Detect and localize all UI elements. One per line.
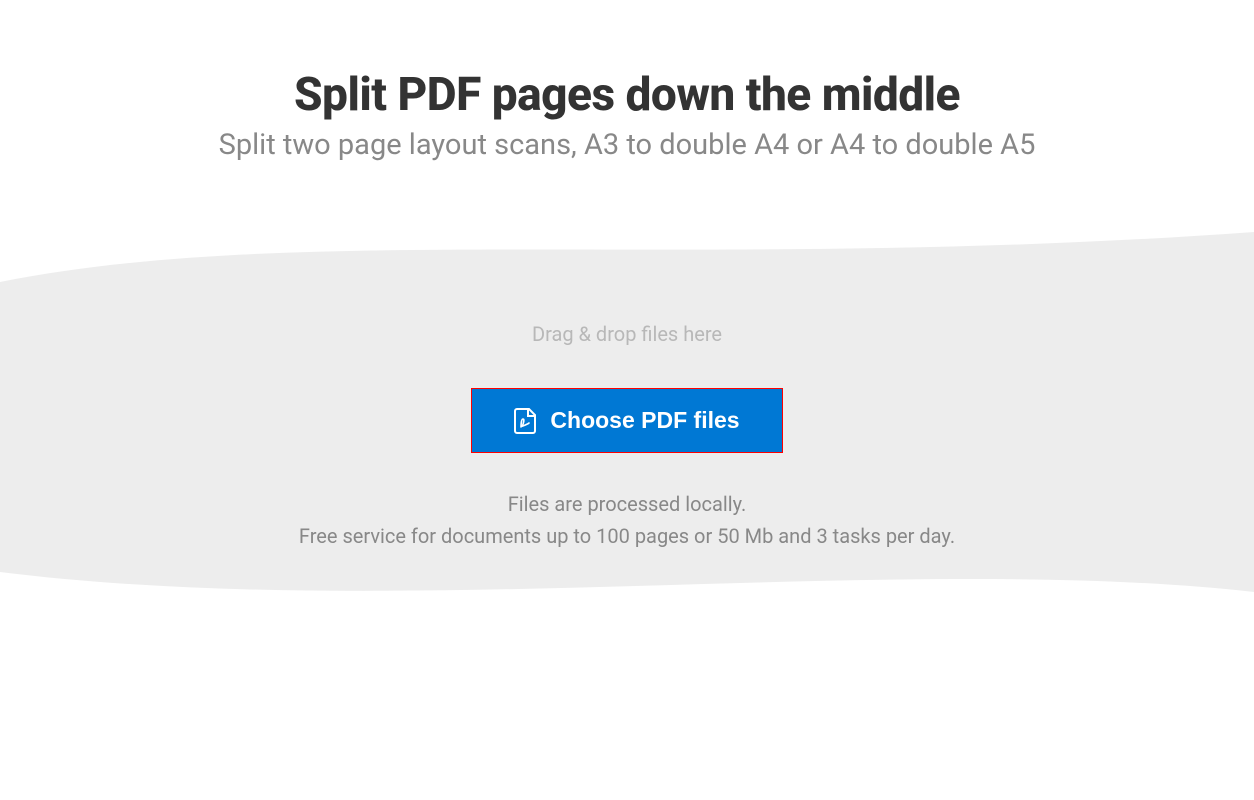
pdf-file-icon <box>514 408 536 434</box>
page-title: Split PDF pages down the middle <box>0 68 1254 122</box>
drag-drop-text: Drag & drop files here <box>0 322 1254 346</box>
choose-files-button[interactable]: Choose PDF files <box>471 388 782 453</box>
page-subtitle: Split two page layout scans, A3 to doubl… <box>0 128 1254 162</box>
choose-files-button-label: Choose PDF files <box>550 407 739 434</box>
dropzone-area[interactable]: Drag & drop files here Choose PDF files … <box>0 202 1254 602</box>
info-line-1: Files are processed locally. <box>0 488 1254 520</box>
info-text: Files are processed locally. Free servic… <box>0 488 1254 552</box>
info-line-2: Free service for documents up to 100 pag… <box>0 520 1254 552</box>
page-header: Split PDF pages down the middle Split tw… <box>0 0 1254 202</box>
